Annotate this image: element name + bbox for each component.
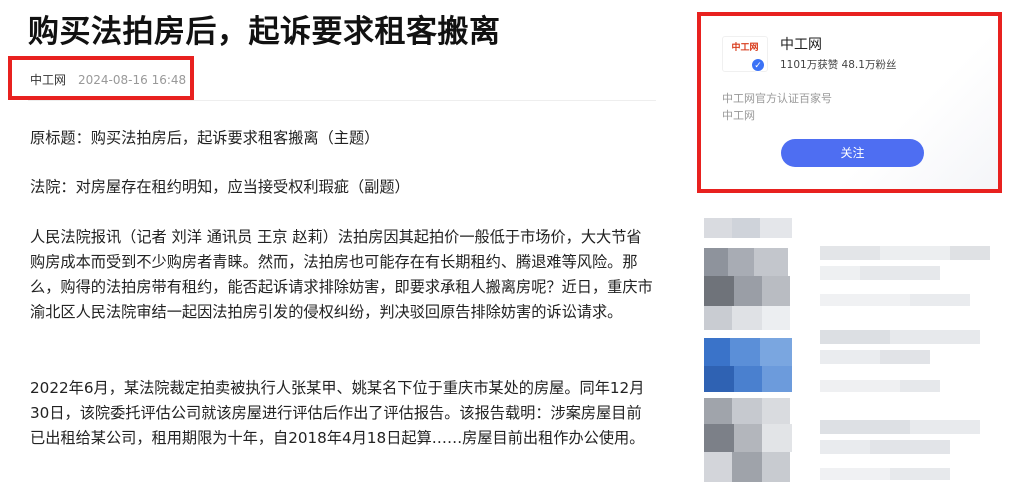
mosaic-block <box>910 420 980 434</box>
mosaic-block <box>728 248 754 276</box>
mosaic-block <box>732 306 762 330</box>
article-meta: 中工网 2024-08-16 16:48 <box>30 71 186 88</box>
mosaic-block <box>820 330 890 344</box>
article-paragraph: 原标题：购买法拍房后，起诉要求租客搬离（主题） <box>30 129 380 147</box>
mosaic-block <box>762 276 790 306</box>
mosaic-block <box>704 398 732 424</box>
mosaic-block <box>820 266 860 280</box>
article-paragraph: 人民法院报讯（记者 刘洋 通讯员 王京 赵莉）法拍房因其起拍价一般低于市场价，大… <box>30 228 653 321</box>
mosaic-block <box>704 248 728 276</box>
mosaic-block <box>734 366 762 392</box>
mosaic-block <box>860 266 940 280</box>
mosaic-block <box>870 440 950 454</box>
article-datetime: 2024-08-16 16:48 <box>78 73 187 87</box>
verified-badge-icon: ✓ <box>751 58 765 72</box>
mosaic-block <box>900 380 940 392</box>
mosaic-block <box>820 350 880 364</box>
mosaic-block <box>704 218 732 238</box>
mosaic-block <box>762 452 790 482</box>
article-title: 购买法拍房后，起诉要求租客搬离 <box>28 14 501 50</box>
mosaic-block <box>732 398 762 424</box>
mosaic-block <box>704 338 730 366</box>
follow-button[interactable]: 关注 <box>781 139 924 167</box>
author-cert: 中工网官方认证百家号 <box>722 92 832 105</box>
divider <box>28 100 656 101</box>
mosaic-block <box>754 248 788 276</box>
mosaic-block <box>820 420 910 434</box>
mosaic-block <box>734 276 762 306</box>
mosaic-block <box>730 338 760 366</box>
author-cert-name: 中工网 <box>722 109 755 122</box>
author-stats: 1101万获赞 48.1万粉丝 <box>780 59 897 71</box>
mosaic-block <box>760 338 792 366</box>
author-description: 中工网官方认证百家号 中工网 <box>722 90 832 124</box>
mosaic-block <box>762 306 790 330</box>
article-paragraph: 2022年6月，某法院裁定拍卖被执行人张某甲、姚某名下位于重庆市某处的房屋。同年… <box>30 379 645 447</box>
mosaic-block <box>820 380 900 392</box>
mosaic-block <box>880 350 930 364</box>
mosaic-block <box>950 246 990 260</box>
article-paragraph: 法院：对房屋存在租约明知，应当接受权利瑕疵（副题） <box>30 178 410 196</box>
mosaic-block <box>760 218 792 238</box>
mosaic-block <box>704 276 734 306</box>
mosaic-block <box>762 398 790 424</box>
mosaic-block <box>762 366 792 392</box>
mosaic-block <box>732 218 760 238</box>
mosaic-block <box>820 440 870 454</box>
mosaic-block <box>762 424 792 452</box>
mosaic-block <box>820 468 890 480</box>
mosaic-block <box>704 366 734 392</box>
mosaic-block <box>910 294 970 306</box>
mosaic-block <box>704 424 734 452</box>
mosaic-block <box>732 452 762 482</box>
mosaic-block <box>820 246 880 260</box>
mosaic-block <box>890 330 980 344</box>
mosaic-block <box>890 468 950 480</box>
mosaic-block <box>704 306 732 330</box>
mosaic-block <box>704 452 732 482</box>
article-source[interactable]: 中工网 <box>30 73 66 87</box>
author-name[interactable]: 中工网 <box>780 34 822 54</box>
mosaic-block <box>880 246 950 260</box>
mosaic-block <box>734 424 762 452</box>
mosaic-block <box>820 294 910 306</box>
